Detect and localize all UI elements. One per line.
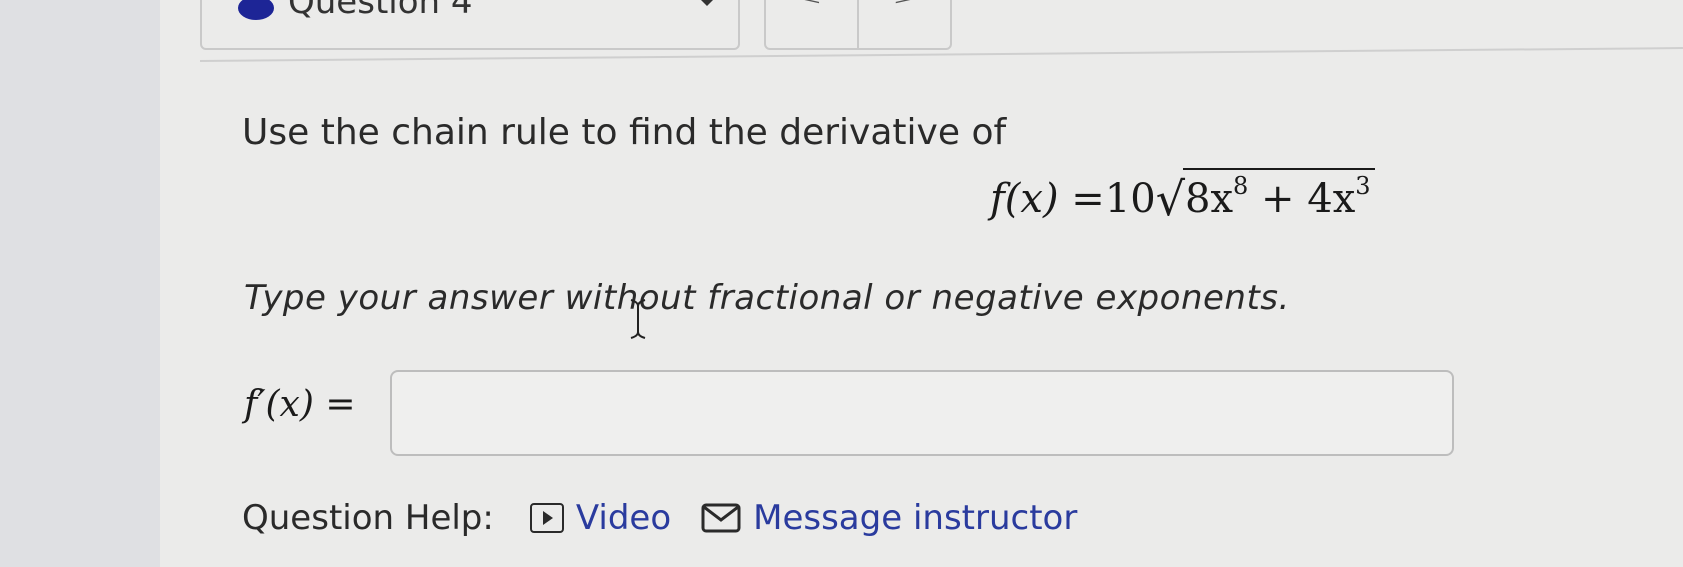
video-link-label: Video bbox=[575, 498, 672, 538]
question-selector[interactable]: Question 4 bbox=[200, 0, 740, 50]
radicand-term-a: 8x bbox=[1185, 176, 1234, 222]
formula-radicand: 8x8 + 4x3 bbox=[1183, 168, 1375, 222]
sqrt-icon: √ bbox=[1155, 172, 1186, 226]
question-nav: < > bbox=[764, 0, 952, 50]
mail-icon bbox=[701, 503, 741, 533]
chevron-right-icon: > bbox=[893, 0, 915, 8]
radicand-exponent-a: 8 bbox=[1233, 172, 1249, 200]
question-help: Question Help: Video Message instructor bbox=[242, 498, 1107, 538]
answer-label: f′(x) = bbox=[244, 384, 356, 425]
previous-question-button[interactable]: < bbox=[766, 0, 857, 48]
message-instructor-link[interactable]: Message instructor bbox=[701, 498, 1077, 538]
left-gutter bbox=[0, 0, 160, 567]
message-instructor-label: Message instructor bbox=[753, 498, 1078, 538]
next-question-button[interactable]: > bbox=[857, 0, 950, 48]
formula-lhs: f(x) = bbox=[990, 176, 1105, 222]
question-status-dot bbox=[238, 0, 274, 20]
question-label: Question 4 bbox=[288, 0, 473, 22]
chevron-left-icon: < bbox=[800, 0, 822, 8]
dropdown-caret-icon bbox=[697, 0, 717, 6]
answer-label-text: f′(x) = bbox=[244, 384, 356, 425]
function-formula: f(x) =10√8x8 + 4x3 bbox=[990, 168, 1375, 226]
radicand-term-b: 4x bbox=[1307, 176, 1356, 222]
radicand-operator: + bbox=[1248, 176, 1308, 222]
formula-coefficient: 10 bbox=[1104, 176, 1156, 222]
answer-format-note: Type your answer without fractional or n… bbox=[244, 278, 1290, 318]
text-cursor-icon bbox=[630, 299, 646, 339]
radicand-exponent-b: 3 bbox=[1355, 172, 1371, 200]
video-icon bbox=[529, 503, 564, 533]
video-link[interactable]: Video bbox=[529, 498, 672, 538]
question-help-label: Question Help: bbox=[242, 498, 494, 538]
answer-input[interactable] bbox=[390, 370, 1454, 456]
question-instruction: Use the chain rule to find the derivativ… bbox=[242, 112, 1007, 153]
